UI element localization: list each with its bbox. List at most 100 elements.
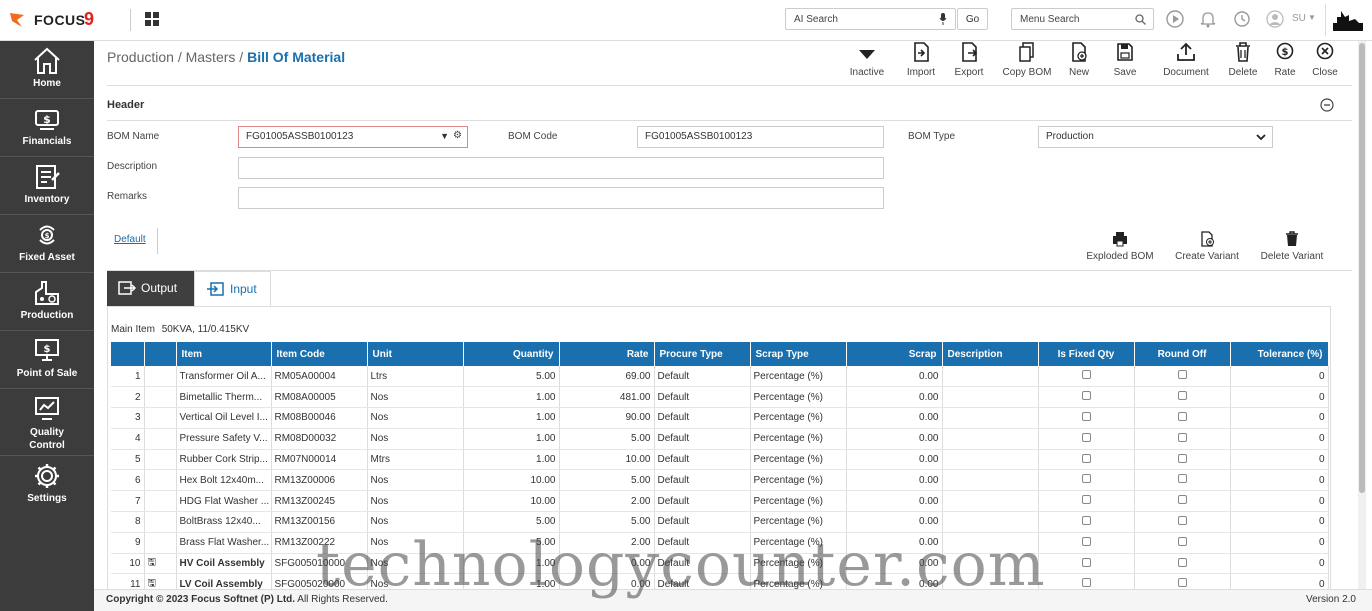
round-off-cell[interactable] — [1134, 553, 1231, 575]
is-fixed-qty-checkbox[interactable] — [1081, 370, 1091, 380]
description-cell[interactable] — [942, 511, 1039, 533]
description-cell[interactable] — [942, 428, 1039, 450]
n-cell[interactable]: 9 — [111, 532, 145, 554]
qty-cell[interactable]: 5.00 — [463, 366, 560, 388]
sidebar-item-financials[interactable]: $ Financials — [0, 99, 94, 157]
column-header-item-code[interactable]: Item Code — [271, 342, 368, 366]
table-row[interactable]: 3 Vertical Oil Level I... RM08B00046 Nos 1.0… — [111, 407, 1329, 429]
item-cell[interactable]: Rubber Cork Strip... — [176, 449, 272, 471]
procure-cell[interactable]: Default — [654, 532, 751, 554]
scrap_type-cell[interactable]: Percentage (%) — [750, 386, 847, 409]
item-cell[interactable]: BoltBrass 12x40... — [176, 511, 272, 533]
go-button[interactable]: Go — [957, 8, 988, 30]
round-off-checkbox[interactable] — [1177, 370, 1187, 380]
scrap-cell[interactable]: 0.00 — [846, 511, 943, 533]
is-fixed-qty-checkbox[interactable] — [1081, 536, 1091, 546]
description-cell[interactable] — [942, 553, 1039, 575]
scrap-cell[interactable]: 0.00 — [846, 490, 943, 513]
delete-button[interactable]: Delete — [1226, 41, 1260, 78]
n-cell[interactable]: 4 — [111, 428, 145, 450]
is-fixed-qty-checkbox[interactable] — [1081, 515, 1091, 525]
scrap_type-cell[interactable]: Percentage (%) — [750, 490, 847, 513]
item-cell[interactable]: Transformer Oil A... — [176, 366, 272, 388]
import-button[interactable]: Import — [901, 41, 941, 78]
qty-cell[interactable]: 10.00 — [463, 469, 560, 492]
unit-cell[interactable]: Nos — [367, 511, 464, 533]
scrap-cell[interactable]: 0.00 — [846, 469, 943, 492]
scrap_type-cell[interactable]: Percentage (%) — [750, 532, 847, 554]
round-off-cell[interactable] — [1134, 366, 1231, 388]
is-fixed-qty-checkbox[interactable] — [1081, 391, 1091, 401]
column-header-unit[interactable]: Unit — [367, 342, 464, 366]
item-cell[interactable]: Brass Flat Washer... — [176, 532, 272, 554]
tol-cell[interactable]: 0 — [1230, 449, 1329, 471]
round-off-checkbox[interactable] — [1177, 391, 1187, 401]
qty-cell[interactable]: 1.00 — [463, 407, 560, 429]
breadcrumb-masters[interactable]: Masters — [186, 49, 236, 65]
document-button[interactable]: Document — [1158, 41, 1214, 78]
column-header-scrap[interactable]: Scrap — [846, 342, 943, 366]
remarks-field[interactable] — [238, 187, 884, 209]
scrollbar-thumb[interactable] — [1359, 43, 1365, 493]
tol-cell[interactable]: 0 — [1230, 386, 1329, 409]
is-fixed-qty-checkbox[interactable] — [1081, 453, 1091, 463]
scrap_type-cell[interactable]: Percentage (%) — [750, 407, 847, 429]
scrap-cell[interactable]: 0.00 — [846, 449, 943, 471]
description-cell[interactable] — [942, 366, 1039, 388]
round-off-checkbox[interactable] — [1177, 411, 1187, 421]
history-icon[interactable] — [1233, 10, 1251, 28]
is-fixed-qty-cell[interactable] — [1038, 407, 1135, 429]
tol-cell[interactable]: 0 — [1230, 469, 1329, 492]
rate-cell[interactable]: 2.00 — [559, 532, 655, 554]
table-row[interactable]: 6 Hex Bolt 12x40m... RM13Z00006 Nos 10.00 5.0… — [111, 469, 1329, 492]
round-off-checkbox[interactable] — [1177, 453, 1187, 463]
table-row[interactable]: 1 Transformer Oil A... RM05A00004 Ltrs 5.00 6… — [111, 366, 1329, 388]
table-row[interactable]: 8 BoltBrass 12x40... RM13Z00156 Nos 5.00 5.00… — [111, 511, 1329, 533]
tol-cell[interactable]: 0 — [1230, 511, 1329, 533]
brand-logo[interactable]: FOCUS 9 — [8, 9, 98, 33]
is-fixed-qty-checkbox[interactable] — [1081, 578, 1091, 588]
round-off-cell[interactable] — [1134, 386, 1231, 409]
column-header-quantity[interactable]: Quantity — [463, 342, 560, 366]
is-fixed-qty-cell[interactable] — [1038, 386, 1135, 409]
tab-output[interactable]: Output — [107, 271, 194, 306]
delete-variant-button[interactable]: Delete Variant — [1255, 231, 1329, 262]
qty-cell[interactable]: 1.00 — [463, 449, 560, 471]
scrap-cell[interactable]: 0.00 — [846, 366, 943, 388]
is-fixed-qty-checkbox[interactable] — [1081, 495, 1091, 505]
round-off-cell[interactable] — [1134, 490, 1231, 513]
unit-cell[interactable]: Nos — [367, 386, 464, 409]
item-cell[interactable]: Pressure Safety V... — [176, 428, 272, 450]
procure-cell[interactable]: Default — [654, 407, 751, 429]
search-icon[interactable] — [1135, 14, 1146, 25]
scrap_type-cell[interactable]: Percentage (%) — [750, 553, 847, 575]
qty-cell[interactable]: 5.00 — [463, 511, 560, 533]
tol-cell[interactable]: 0 — [1230, 532, 1329, 554]
tab-default-variant[interactable]: Default — [114, 234, 146, 245]
column-header-description[interactable]: Description — [942, 342, 1039, 366]
round-off-checkbox[interactable] — [1177, 515, 1187, 525]
table-row[interactable]: 10 🖫 HV Coil Assembly SFG005010000 Nos 1.00 0.… — [111, 553, 1329, 575]
sidebar-item-fixed-asset[interactable]: $ Fixed Asset — [0, 215, 94, 273]
n-cell[interactable]: 8 — [111, 511, 145, 533]
rate-cell[interactable]: 5.00 — [559, 469, 655, 492]
bell-icon[interactable] — [1199, 10, 1217, 28]
ai-search-input[interactable]: AI Search — [785, 8, 956, 30]
is-fixed-qty-cell[interactable] — [1038, 553, 1135, 575]
code-cell[interactable]: RM13Z00006 — [271, 469, 368, 492]
procure-cell[interactable]: Default — [654, 449, 751, 471]
sidebar-item-inventory[interactable]: Inventory — [0, 157, 94, 215]
item-cell[interactable]: HDG Flat Washer ... — [176, 490, 272, 513]
code-cell[interactable]: RM07N00014 — [271, 449, 368, 471]
round-off-checkbox[interactable] — [1177, 495, 1187, 505]
column-header-procure-type[interactable]: Procure Type — [654, 342, 751, 366]
column-header-scrap-type[interactable]: Scrap Type — [750, 342, 847, 366]
procure-cell[interactable]: Default — [654, 428, 751, 450]
description-cell[interactable] — [942, 532, 1039, 554]
procure-cell[interactable]: Default — [654, 366, 751, 388]
apps-grid-icon[interactable] — [145, 12, 159, 26]
is-fixed-qty-cell[interactable] — [1038, 428, 1135, 450]
settings-icon[interactable]: ⚙ — [453, 130, 462, 141]
save-button[interactable]: Save — [1110, 41, 1140, 78]
code-cell[interactable]: RM08A00005 — [271, 386, 368, 409]
